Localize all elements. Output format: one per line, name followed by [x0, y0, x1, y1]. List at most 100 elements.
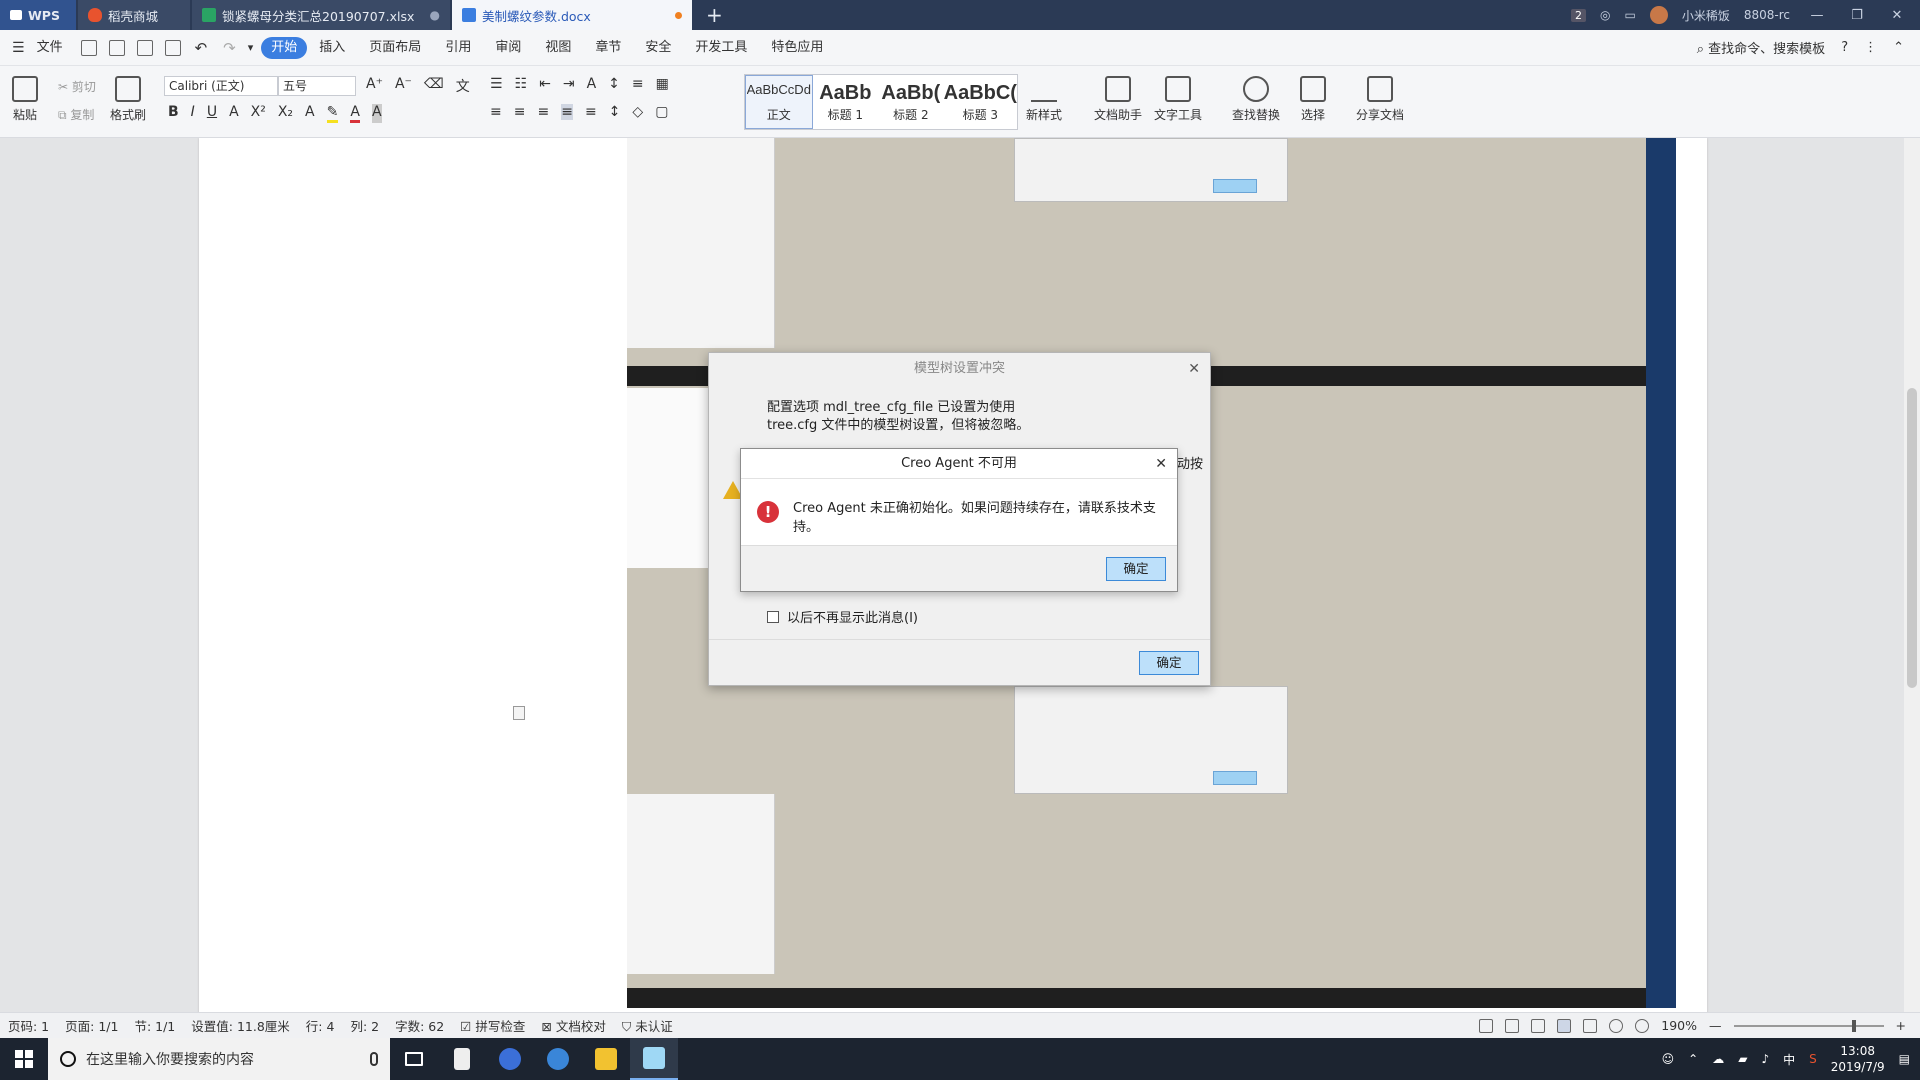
tab-close-icon[interactable]: ● [430, 8, 440, 22]
font-size-select[interactable]: 五号 [278, 76, 356, 96]
align-left-icon[interactable]: ≡ [490, 104, 502, 120]
paste-button[interactable]: 粘贴 [12, 76, 38, 123]
close-icon[interactable]: ✕ [1155, 449, 1167, 479]
task-view-button[interactable] [390, 1038, 438, 1080]
edit-mode-icon[interactable] [1531, 1018, 1546, 1033]
tab-developer[interactable]: 开发工具 [683, 37, 759, 59]
cut-button[interactable]: ✂ 剪切 [58, 78, 96, 95]
distribute-icon[interactable]: ≡ [585, 104, 597, 120]
clock[interactable]: 13:08 2019/7/9 [1831, 1043, 1885, 1075]
table-grid-icon[interactable]: ▦ [656, 76, 669, 92]
style-normal[interactable]: AaBbCcDd 正文 [745, 75, 813, 129]
calculator-app[interactable] [438, 1038, 486, 1080]
zoom-slider-knob[interactable] [1851, 1019, 1856, 1032]
save-icon[interactable] [80, 39, 97, 56]
spacing-icon[interactable]: ≡ [632, 76, 644, 92]
style-heading-3[interactable]: AaBbC( 标题 3 [944, 75, 1017, 129]
decrease-indent-icon[interactable]: ⇤ [539, 76, 551, 92]
bullets-icon[interactable]: ☰ [490, 76, 503, 92]
outline-view-icon[interactable] [1583, 1018, 1598, 1033]
tab-insert[interactable]: 插入 [307, 37, 357, 59]
font-name-select[interactable]: Calibri (正文) [164, 76, 278, 96]
hamburger-icon[interactable]: ☰ [12, 40, 25, 56]
print-icon[interactable] [136, 39, 153, 56]
close-icon[interactable]: ✕ [1188, 353, 1200, 385]
avatar[interactable] [1649, 6, 1668, 24]
underline-icon[interactable]: U [207, 104, 217, 123]
style-heading-1[interactable]: AaBb 标题 1 [813, 75, 879, 129]
wps-app[interactable] [486, 1038, 534, 1080]
spell-check-button[interactable]: ☑ 拼写检查 [460, 1016, 525, 1035]
format-painter-button[interactable]: 格式刷 [110, 76, 146, 123]
new-style-button[interactable]: 新样式 [1026, 76, 1062, 123]
scrollbar-thumb[interactable] [1907, 388, 1917, 688]
page-view-icon[interactable] [1557, 1018, 1572, 1033]
strikethrough-icon[interactable]: A [229, 104, 239, 123]
italic-icon[interactable]: I [191, 104, 195, 123]
certification-status[interactable]: ⛉ 未认证 [622, 1016, 673, 1035]
more-icon[interactable]: ⋮ [1864, 40, 1877, 55]
tab-page-layout[interactable]: 页面布局 [357, 37, 433, 59]
user-name[interactable]: 小米稀饭 [1682, 7, 1730, 24]
screen-icon[interactable]: ▭ [1625, 8, 1636, 22]
window-count-badge[interactable]: 2 [1571, 8, 1587, 22]
help-icon[interactable]: ? [1841, 40, 1848, 55]
line-spacing-icon[interactable]: ↕ [609, 104, 621, 120]
reading-mode-icon[interactable] [1505, 1018, 1520, 1033]
shrink-font-icon[interactable]: A⁻ [395, 76, 412, 96]
onedrive-icon[interactable]: ☁ [1712, 1052, 1724, 1066]
file-menu[interactable]: 文件 [25, 37, 75, 59]
zoom-slider[interactable] [1733, 1019, 1884, 1032]
tab-special[interactable]: 特色应用 [759, 37, 835, 59]
tab-view[interactable]: 视图 [533, 37, 583, 59]
start-button[interactable] [0, 1038, 48, 1080]
border-icon[interactable]: ▢ [655, 104, 668, 120]
taskbar-search[interactable]: 在这里输入你要搜索的内容 [48, 1038, 390, 1080]
zoom-out-icon[interactable]: — [1709, 1018, 1722, 1033]
sort-icon[interactable]: ↕ [608, 76, 620, 92]
collapse-ribbon-icon[interactable]: ⌃ [1893, 40, 1904, 55]
customize-icon[interactable]: ▾ [248, 41, 254, 54]
status-word-count[interactable]: 字数: 62 [395, 1016, 444, 1035]
notepad-app[interactable] [630, 1038, 678, 1080]
creo-app[interactable] [534, 1038, 582, 1080]
close-icon[interactable]: ✕ [1884, 8, 1910, 23]
clear-format-icon[interactable]: ⌫ [424, 76, 444, 96]
volume-icon[interactable]: ♪ [1761, 1052, 1769, 1066]
tab-chapter[interactable]: 章节 [583, 37, 633, 59]
grow-font-icon[interactable]: A⁺ [366, 76, 383, 96]
tab-document-active[interactable]: 美制螺纹参数.docx [452, 0, 692, 30]
wps-home-tab[interactable]: WPS [0, 0, 76, 30]
tab-security[interactable]: 安全 [633, 37, 683, 59]
ime-indicator[interactable]: 中 [1783, 1051, 1795, 1068]
style-heading-2[interactable]: AaBb( 标题 2 [878, 75, 944, 129]
tab-docer-store[interactable]: 稻壳商城 [78, 0, 190, 30]
case-icon[interactable]: A [587, 76, 597, 92]
tab-home[interactable]: 开始 [261, 36, 308, 59]
proofread-button[interactable]: ⊠ 文档校对 [541, 1016, 605, 1035]
restore-icon[interactable]: ❐ [1844, 8, 1870, 23]
tab-review[interactable]: 审阅 [483, 37, 533, 59]
select-button[interactable]: 选择 [1300, 76, 1326, 123]
highlight-icon[interactable]: ✎ [326, 104, 339, 123]
export-icon[interactable] [108, 39, 125, 56]
text-tools-button[interactable]: 文字工具 [1154, 76, 1202, 123]
print-preview-icon[interactable] [164, 39, 181, 56]
minimize-icon[interactable]: — [1804, 8, 1830, 23]
dont-show-again-checkbox[interactable]: 以后不再显示此消息(I) [767, 607, 918, 626]
share-doc-button[interactable]: 分享文档 [1356, 76, 1404, 123]
subscript-icon[interactable]: X₂ [278, 104, 293, 123]
paragraph-mark-icon[interactable] [513, 706, 525, 720]
command-search[interactable]: ⌕ 查找命令、搜索模板 [1697, 38, 1825, 57]
redo-icon[interactable]: ↷ [223, 39, 236, 57]
zoom-level[interactable]: 190% [1661, 1018, 1697, 1033]
align-right-icon[interactable]: ≡ [537, 104, 549, 120]
ok-button[interactable]: 确定 [1106, 557, 1166, 581]
network-icon[interactable]: ▰ [1738, 1052, 1747, 1066]
ok-button[interactable]: 确定 [1139, 651, 1199, 675]
zoom-in-icon[interactable]: + [1896, 1018, 1906, 1033]
doc-helper-button[interactable]: 文档助手 [1094, 76, 1142, 123]
wps-tray-icon[interactable]: S [1809, 1052, 1817, 1066]
fullscreen-icon[interactable] [1479, 1018, 1494, 1033]
eye-protection-icon[interactable] [1635, 1018, 1650, 1033]
